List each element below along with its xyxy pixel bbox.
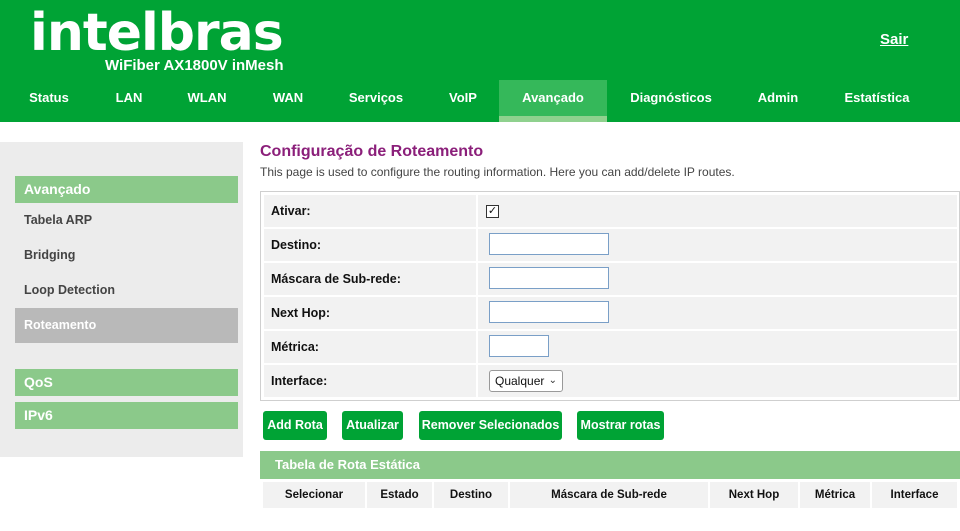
device-model: WiFiber AX1800V inMesh <box>105 57 284 74</box>
interface-cell: Qualquer ⌄ <box>476 365 957 397</box>
form-row-nexthop: Next Hop: <box>264 297 957 329</box>
nav-servicos[interactable]: Serviços <box>340 80 412 122</box>
interface-select[interactable]: Qualquer ⌄ <box>489 370 563 392</box>
form-row-metrica: Métrica: <box>264 331 957 363</box>
form-row-mascara: Máscara de Sub-rede: <box>264 263 957 295</box>
nav-voip[interactable]: VoIP <box>435 80 491 122</box>
nav-estatistica[interactable]: Estatística <box>835 80 919 122</box>
page-description: This page is used to configure the routi… <box>260 165 735 179</box>
static-route-table-title: Tabela de Rota Estática <box>260 451 960 479</box>
destino-input[interactable] <box>489 233 609 255</box>
remove-selected-button[interactable]: Remover Selecionados <box>419 411 562 440</box>
nav-lan[interactable]: LAN <box>100 80 158 122</box>
nexthop-cell <box>476 297 957 329</box>
mascara-cell <box>476 263 957 295</box>
ativar-cell: ✓ <box>476 195 957 227</box>
nav-wan[interactable]: WAN <box>258 80 318 122</box>
sidebar-item-loop-detection[interactable]: Loop Detection <box>15 273 238 308</box>
col-mascara: Máscara de Sub-rede <box>510 482 710 508</box>
nexthop-label: Next Hop: <box>271 306 331 320</box>
mascara-label: Máscara de Sub-rede: <box>271 272 401 286</box>
intelbras-logo: intelbras <box>30 3 284 63</box>
metrica-input[interactable] <box>489 335 549 357</box>
main-nav: Status LAN WLAN WAN Serviços VoIP Avança… <box>0 80 960 122</box>
sidebar: Avançado Tabela ARP Bridging Loop Detect… <box>0 142 243 457</box>
interface-label: Interface: <box>271 374 328 388</box>
nav-diagnosticos[interactable]: Diagnósticos <box>622 80 720 122</box>
update-button[interactable]: Atualizar <box>342 411 403 440</box>
destino-cell <box>476 229 957 261</box>
form-row-ativar: Ativar: ✓ <box>264 195 957 227</box>
form-row-destino: Destino: <box>264 229 957 261</box>
sidebar-section-ipv6[interactable]: IPv6 <box>15 402 238 429</box>
col-destino: Destino <box>434 482 510 508</box>
page-title: Configuração de Roteamento <box>260 143 484 160</box>
routing-form: Ativar: ✓ Destino: Máscara de Sub-rede: … <box>260 191 960 401</box>
col-estado: Estado <box>367 482 434 508</box>
metrica-cell <box>476 331 957 363</box>
form-row-interface: Interface: Qualquer ⌄ <box>264 365 957 397</box>
nexthop-input[interactable] <box>489 301 609 323</box>
col-metrica: Métrica <box>800 482 872 508</box>
chevron-down-icon: ⌄ <box>548 375 557 386</box>
add-route-button[interactable]: Add Rota <box>263 411 327 440</box>
header-bar: intelbras WiFiber AX1800V inMesh Sair St… <box>0 0 960 122</box>
sidebar-section-avancado[interactable]: Avançado <box>15 176 238 203</box>
interface-selected-value: Qualquer <box>495 374 545 388</box>
ativar-label: Ativar: <box>271 204 311 218</box>
nav-avancado[interactable]: Avançado <box>499 80 607 122</box>
nav-wlan[interactable]: WLAN <box>175 80 239 122</box>
sidebar-item-tabela-arp[interactable]: Tabela ARP <box>15 203 238 238</box>
metrica-label: Métrica: <box>271 340 319 354</box>
col-nexthop: Next Hop <box>710 482 800 508</box>
show-routes-button[interactable]: Mostrar rotas <box>577 411 664 440</box>
sidebar-item-roteamento[interactable]: Roteamento <box>15 308 238 343</box>
ativar-checkbox[interactable]: ✓ <box>486 205 499 218</box>
static-route-table-header: Selecionar Estado Destino Máscara de Sub… <box>260 479 960 511</box>
sidebar-section-qos[interactable]: QoS <box>15 369 238 396</box>
nav-admin[interactable]: Admin <box>745 80 811 122</box>
col-interface: Interface <box>872 482 957 508</box>
mascara-input[interactable] <box>489 267 609 289</box>
col-selecionar: Selecionar <box>263 482 367 508</box>
logout-link[interactable]: Sair <box>880 31 908 48</box>
sidebar-item-bridging[interactable]: Bridging <box>15 238 238 273</box>
destino-label: Destino: <box>271 238 321 252</box>
nav-status[interactable]: Status <box>18 80 80 122</box>
